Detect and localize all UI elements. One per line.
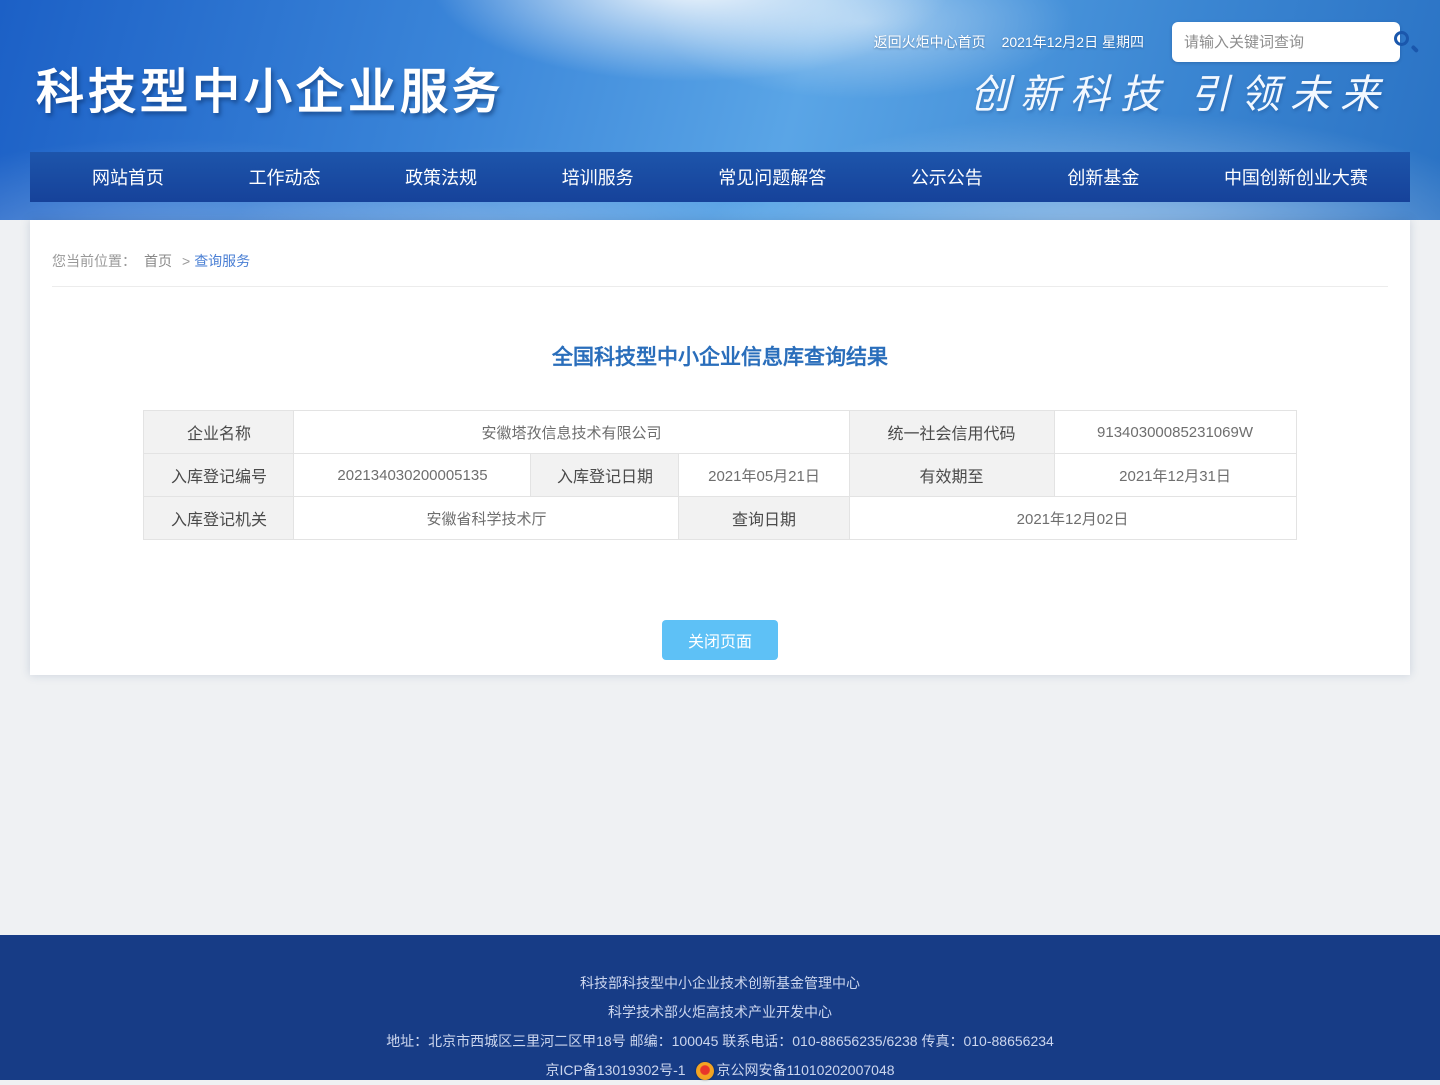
lower-spacer <box>0 675 1440 935</box>
table-row: 企业名称 安徽塔孜信息技术有限公司 统一社会信用代码 9134030008523… <box>144 411 1296 454</box>
company-name-value: 安徽塔孜信息技术有限公司 <box>294 411 849 454</box>
main-navbar: 网站首页 工作动态 政策法规 培训服务 常见问题解答 公示公告 创新基金 中国创… <box>30 152 1410 202</box>
header-topbar: 返回火炬中心首页 2021年12月2日 星期四 <box>874 22 1400 62</box>
nav-item-work-news[interactable]: 工作动态 <box>249 164 321 190</box>
breadcrumb-divider <box>52 286 1388 287</box>
valid-until-value: 2021年12月31日 <box>1054 454 1296 497</box>
reg-date-value: 2021年05月21日 <box>679 454 849 497</box>
credit-code-label: 统一社会信用代码 <box>849 411 1054 454</box>
nav-item-home[interactable]: 网站首页 <box>92 164 164 190</box>
reg-authority-value: 安徽省科学技术厅 <box>294 497 679 540</box>
nav-item-announcements[interactable]: 公示公告 <box>911 164 983 190</box>
footer-org-line-1: 科技部科技型中小企业技术创新基金管理中心 <box>580 969 860 998</box>
icp-license-link[interactable]: 京ICP备13019302号-1 <box>545 1056 685 1085</box>
reg-number-label: 入库登记编号 <box>144 454 294 497</box>
query-date-value: 2021年12月02日 <box>849 497 1296 540</box>
company-name-label: 企业名称 <box>144 411 294 454</box>
site-header: 科技型中小企业服务 创新科技 引领未来 返回火炬中心首页 2021年12月2日 … <box>0 0 1440 220</box>
breadcrumb: 您当前位置： 首页 >查询服务 <box>30 220 1410 271</box>
search-icon <box>1394 31 1409 46</box>
reg-number-value: 202134030200005135 <box>294 454 531 497</box>
breadcrumb-home-link[interactable]: 首页 <box>144 253 172 269</box>
search-icon-handle <box>1411 45 1419 53</box>
search-box <box>1172 22 1400 62</box>
reg-date-label: 入库登记日期 <box>531 454 679 497</box>
nav-item-innovation-fund[interactable]: 创新基金 <box>1067 164 1139 190</box>
nav-item-policies[interactable]: 政策法规 <box>405 164 477 190</box>
site-footer: 科技部科技型中小企业技术创新基金管理中心 科学技术部火炬高技术产业开发中心 地址… <box>0 935 1440 1080</box>
public-security-link[interactable]: 京公网安备11010202007048 <box>717 1056 895 1085</box>
torch-center-home-link[interactable]: 返回火炬中心首页 <box>874 32 986 52</box>
valid-until-label: 有效期至 <box>849 454 1054 497</box>
search-button[interactable] <box>1387 22 1400 62</box>
query-date-label: 查询日期 <box>679 497 849 540</box>
current-date: 2021年12月2日 星期四 <box>1002 32 1144 52</box>
nav-item-competition[interactable]: 中国创新创业大赛 <box>1224 164 1368 190</box>
public-security-badge-icon <box>696 1062 714 1080</box>
nav-item-faq[interactable]: 常见问题解答 <box>718 164 826 190</box>
search-input[interactable] <box>1172 34 1387 51</box>
credit-code-value: 91340300085231069W <box>1054 411 1296 454</box>
breadcrumb-current-link[interactable]: 查询服务 <box>194 253 250 269</box>
table-row: 入库登记编号 202134030200005135 入库登记日期 2021年05… <box>144 454 1296 497</box>
footer-legal-line: 京ICP备13019302号-1 京公网安备11010202007048 <box>545 1056 894 1085</box>
content-card: 您当前位置： 首页 >查询服务 全国科技型中小企业信息库查询结果 企业名称 安徽塔孜… <box>30 220 1410 675</box>
table-row: 入库登记机关 安徽省科学技术厅 查询日期 2021年12月02日 <box>144 497 1296 540</box>
breadcrumb-prefix: 您当前位置： <box>52 253 136 269</box>
close-page-button[interactable]: 关闭页面 <box>662 620 778 660</box>
reg-authority-label: 入库登记机关 <box>144 497 294 540</box>
site-logo: 科技型中小企业服务 <box>36 52 504 122</box>
query-result-table: 企业名称 安徽塔孜信息技术有限公司 统一社会信用代码 9134030008523… <box>143 410 1296 540</box>
footer-contact-line: 地址：北京市西城区三里河二区甲18号 邮编：100045 联系电话：010-88… <box>386 1027 1054 1056</box>
footer-org-line-2: 科学技术部火炬高技术产业开发中心 <box>608 998 832 1027</box>
site-slogan: 创新科技 引领未来 <box>970 62 1390 120</box>
page-title: 全国科技型中小企业信息库查询结果 <box>30 341 1410 371</box>
breadcrumb-separator: > <box>182 253 190 269</box>
nav-item-training[interactable]: 培训服务 <box>562 164 634 190</box>
